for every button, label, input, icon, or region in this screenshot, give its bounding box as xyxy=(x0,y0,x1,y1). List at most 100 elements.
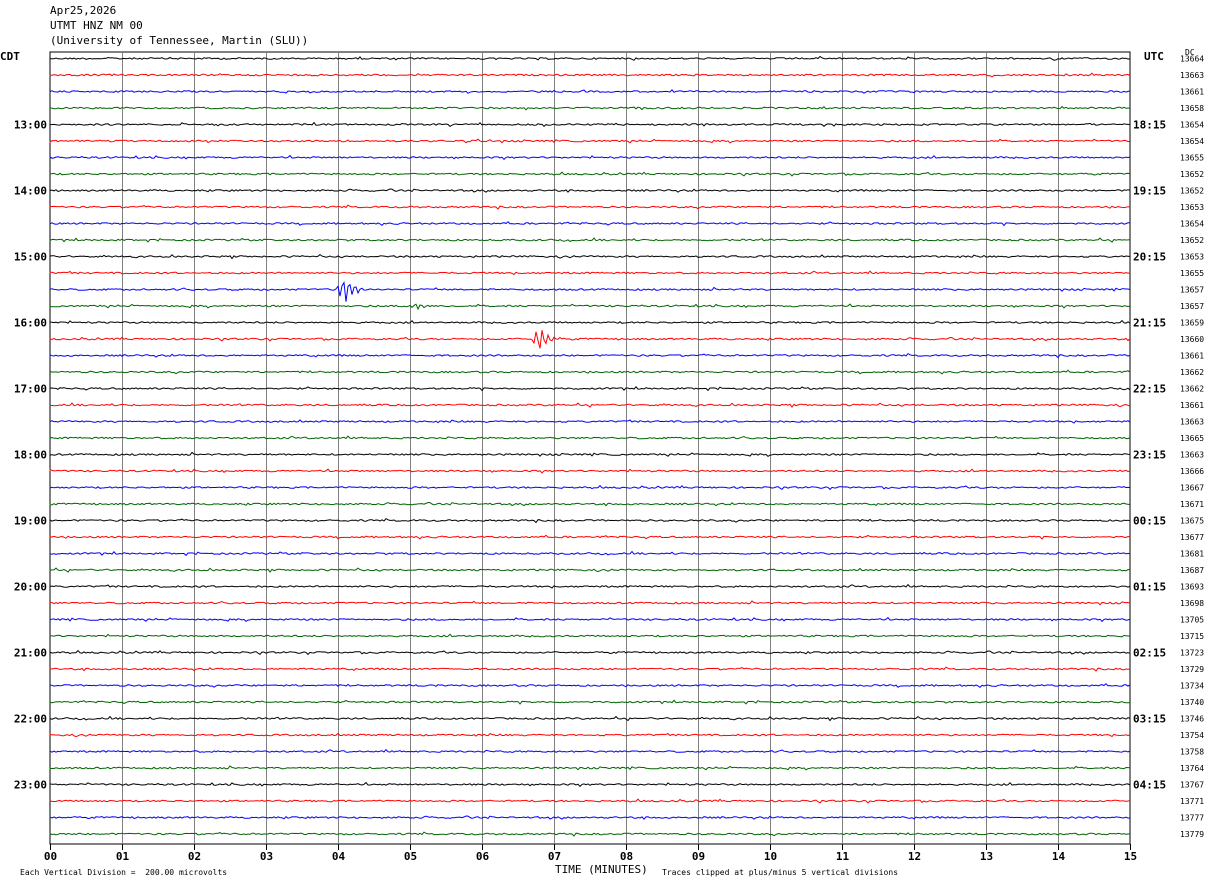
x-tick-label: 14 xyxy=(1052,850,1066,863)
x-tick-label: 06 xyxy=(476,850,490,863)
dc-value: 13671 xyxy=(1180,500,1204,509)
right-time-labels: 18:15 19:15 20:15 21:15 22:15 23:15 00:15 01:15… xyxy=(1133,119,1166,792)
trace-line xyxy=(49,303,1131,311)
right-time-label: 04:15 xyxy=(1133,779,1166,792)
right-time-label: 00:15 xyxy=(1133,515,1166,528)
x-axis-label: TIME (MINUTES) xyxy=(555,863,648,876)
x-tick-label: 10 xyxy=(764,850,777,863)
dc-value: 13653 xyxy=(1180,203,1204,212)
trace-line xyxy=(49,517,1131,524)
x-axis-tick-labels: 00 01 02 03 04 05 06 07 08 09 10 11 12 13 14 15 xyxy=(44,850,1137,863)
dc-value: 13675 xyxy=(1180,517,1204,526)
left-time-label: 23:00 xyxy=(14,779,47,792)
dc-value: 13661 xyxy=(1180,401,1204,410)
dc-value: 13746 xyxy=(1180,715,1204,724)
trace-line xyxy=(49,188,1131,193)
header-network: (University of Tennessee, Martin (SLU)) xyxy=(50,34,309,47)
dc-value: 13740 xyxy=(1180,698,1204,707)
right-time-label: 19:15 xyxy=(1133,185,1166,198)
dc-value: 13764 xyxy=(1180,764,1204,773)
trace-line xyxy=(49,451,1131,458)
trace-line xyxy=(49,171,1131,177)
trace-line xyxy=(49,683,1131,688)
trace-line xyxy=(49,386,1131,392)
x-tick-label: 03 xyxy=(260,850,273,863)
dc-value: 13677 xyxy=(1180,533,1204,542)
dc-value: 13771 xyxy=(1180,797,1204,806)
trace-line xyxy=(49,633,1131,638)
right-time-label: 21:15 xyxy=(1133,317,1166,330)
dc-value: 13665 xyxy=(1180,434,1204,443)
x-tick-label: 07 xyxy=(548,850,561,863)
trace-line xyxy=(49,550,1131,557)
dc-value: 13655 xyxy=(1180,154,1204,163)
x-tick-label: 13 xyxy=(980,850,993,863)
dc-value: 13715 xyxy=(1180,632,1204,641)
x-tick-label: 15 xyxy=(1124,850,1137,863)
left-time-label: 19:00 xyxy=(14,515,47,528)
trace-line xyxy=(49,204,1131,210)
left-time-label: 21:00 xyxy=(14,647,47,660)
trace-line xyxy=(49,583,1131,589)
x-tick-label: 11 xyxy=(836,850,850,863)
x-tick-label: 02 xyxy=(188,850,201,863)
dc-value: 13687 xyxy=(1180,566,1204,575)
dc-value: 13662 xyxy=(1180,385,1204,394)
left-time-label: 16:00 xyxy=(14,317,47,330)
dc-value: 13652 xyxy=(1180,236,1204,245)
trace-line xyxy=(49,138,1131,144)
x-tick-label: 12 xyxy=(908,850,921,863)
right-time-label: 03:15 xyxy=(1133,713,1166,726)
right-time-label: 23:15 xyxy=(1133,449,1166,462)
trace-line xyxy=(49,798,1131,804)
trace-line xyxy=(49,501,1131,507)
x-axis-ticks xyxy=(50,844,1131,850)
x-tick-label: 08 xyxy=(620,850,633,863)
dc-value: 13654 xyxy=(1180,220,1204,229)
dc-value: 13654 xyxy=(1180,137,1204,146)
dc-value: 13767 xyxy=(1180,781,1204,790)
trace-line xyxy=(49,781,1131,788)
dc-value: 13655 xyxy=(1180,269,1204,278)
dc-values: 1366413663136611365813654136541365513652… xyxy=(1180,55,1204,840)
footer-scale: Each Vertical Division = 200.00 microvol… xyxy=(20,868,228,877)
trace-line xyxy=(49,121,1131,128)
x-tick-label: 09 xyxy=(692,850,705,863)
dc-header: DC xyxy=(1185,48,1195,57)
dc-value: 13723 xyxy=(1180,649,1204,658)
trace-line xyxy=(49,319,1131,325)
dc-value: 13754 xyxy=(1180,731,1204,740)
trace-line xyxy=(49,330,1131,349)
left-time-label: 22:00 xyxy=(14,713,47,726)
dc-value: 13705 xyxy=(1180,616,1204,625)
right-time-label: 01:15 xyxy=(1133,581,1166,594)
trace-line xyxy=(49,237,1131,243)
dc-value: 13652 xyxy=(1180,170,1204,179)
dc-value: 13652 xyxy=(1180,187,1204,196)
trace-line xyxy=(49,419,1131,424)
trace-line xyxy=(49,699,1131,705)
trace-line xyxy=(49,815,1131,820)
trace-line xyxy=(49,89,1131,94)
dc-value: 13653 xyxy=(1180,253,1204,262)
trace-line xyxy=(49,567,1131,573)
dc-value: 13663 xyxy=(1180,418,1204,427)
left-time-label: 18:00 xyxy=(14,449,47,462)
right-time-label: 20:15 xyxy=(1133,251,1166,264)
left-timezone: CDT xyxy=(0,50,20,63)
trace-line xyxy=(49,72,1131,78)
x-tick-label: 05 xyxy=(404,850,417,863)
x-tick-label: 01 xyxy=(116,850,130,863)
left-time-label: 14:00 xyxy=(14,185,47,198)
trace-line xyxy=(49,270,1131,276)
right-timezone: UTC xyxy=(1144,50,1164,63)
trace-line xyxy=(49,105,1131,111)
trace-line xyxy=(49,616,1131,623)
trace-line xyxy=(49,831,1131,837)
dc-value: 13661 xyxy=(1180,88,1204,97)
left-time-label: 20:00 xyxy=(14,581,47,594)
dc-value: 13654 xyxy=(1180,121,1204,130)
left-time-labels: 13:00 14:00 15:00 16:00 17:00 18:00 19:00 20:00… xyxy=(14,119,47,792)
grid-lines xyxy=(49,51,1131,845)
dc-value: 13779 xyxy=(1180,830,1204,839)
